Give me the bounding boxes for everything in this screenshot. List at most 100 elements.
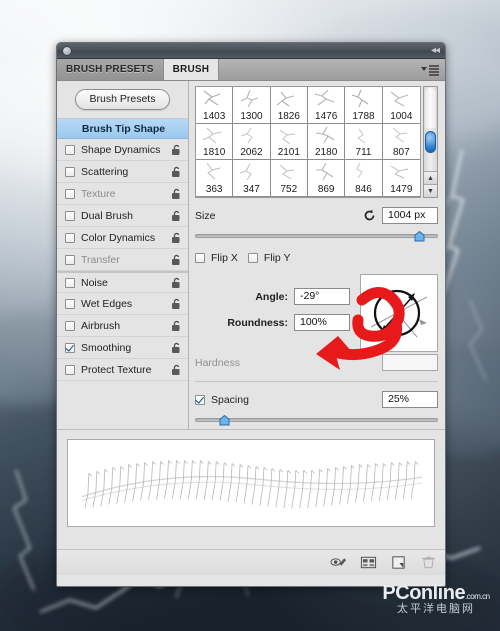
flip-x-checkbox[interactable] <box>195 253 205 263</box>
texture-checkbox[interactable] <box>65 188 75 199</box>
scroll-up-button[interactable]: ▲ <box>424 171 437 184</box>
sidebar-item-airbrush-label: Airbrush <box>81 319 121 332</box>
delete-brush-icon[interactable] <box>420 555 437 570</box>
brush-grid-wrap: 1403 1300 1826 1476 1788 1004 1810 2062 … <box>195 86 438 198</box>
brush-number: 1403 <box>203 110 226 122</box>
size-slider-knob[interactable] <box>414 231 425 242</box>
watermark-brand: PConline <box>382 582 466 604</box>
flip-y-checkbox-row[interactable]: Flip Y <box>247 252 291 264</box>
lock-open-icon[interactable] <box>171 342 182 354</box>
sidebar-item-protect-texture[interactable]: Protect Texture <box>57 359 188 381</box>
lock-open-icon[interactable] <box>171 144 182 156</box>
panel-menu-icon[interactable] <box>420 64 440 76</box>
color-dynamics-checkbox[interactable] <box>65 232 75 243</box>
hardness-row: Hardness <box>195 354 438 371</box>
brush-thumbnail[interactable]: 711 <box>345 123 383 161</box>
sidebar-item-brush-tip-shape[interactable]: Brush Tip Shape <box>57 119 188 139</box>
sidebar-item-transfer[interactable]: Transfer <box>57 249 188 271</box>
sidebar-item-texture[interactable]: Texture <box>57 183 188 205</box>
lock-open-icon[interactable] <box>171 254 182 266</box>
sidebar-item-dual-brush[interactable]: Dual Brush <box>57 205 188 227</box>
brush-number: 711 <box>355 147 372 159</box>
brush-thumbnail[interactable]: 1300 <box>233 87 271 124</box>
spacing-slider[interactable] <box>195 414 438 426</box>
sidebar-item-wet-edges[interactable]: Wet Edges <box>57 293 188 315</box>
size-slider-track[interactable] <box>195 234 438 238</box>
flip-x-checkbox-row[interactable]: Flip X <box>195 252 238 264</box>
brush-thumbnail[interactable]: 1476 <box>307 87 346 124</box>
toggle-brush-preview-icon[interactable] <box>330 555 347 570</box>
refresh-icon[interactable] <box>363 209 376 222</box>
new-brush-icon[interactable] <box>390 555 407 570</box>
lock-open-icon[interactable] <box>171 364 182 376</box>
lock-open-icon[interactable] <box>171 166 182 178</box>
airbrush-checkbox[interactable] <box>65 320 75 331</box>
tab-brush-presets[interactable]: BRUSH PRESETS <box>57 59 164 80</box>
brush-thumbnail[interactable]: 1479 <box>382 160 420 197</box>
lock-open-icon[interactable] <box>171 298 182 310</box>
lock-open-icon[interactable] <box>171 188 182 200</box>
brush-grid-scrollbar[interactable]: ▲ ▼ <box>423 86 438 198</box>
dual-brush-checkbox[interactable] <box>65 210 75 221</box>
angle-input[interactable]: -29° <box>294 288 350 305</box>
angle-preview-widget[interactable] <box>360 274 438 352</box>
brush-thumbnail[interactable]: 363 <box>196 160 234 197</box>
lock-open-icon[interactable] <box>171 320 182 332</box>
close-button[interactable] <box>62 46 72 56</box>
smoothing-checkbox[interactable] <box>65 342 75 353</box>
hardness-input <box>382 354 438 371</box>
lock-open-icon[interactable] <box>171 210 182 222</box>
preset-picker-icon[interactable] <box>360 555 377 570</box>
brush-thumbnail-grid[interactable]: 1403 1300 1826 1476 1788 1004 1810 2062 … <box>195 86 421 198</box>
scrollbar-track[interactable] <box>425 88 436 128</box>
lock-open-icon[interactable] <box>171 277 182 289</box>
sidebar-item-wet-edges-label: Wet Edges <box>81 297 133 310</box>
tab-brush[interactable]: BRUSH <box>163 59 220 80</box>
brush-number: 1788 <box>352 110 375 122</box>
protect-texture-checkbox[interactable] <box>65 364 75 375</box>
brush-thumbnail[interactable]: 1403 <box>196 87 234 124</box>
brush-number: 807 <box>392 147 410 159</box>
spacing-label: Spacing <box>211 393 249 406</box>
brush-thumbnail[interactable]: 347 <box>233 160 271 197</box>
brush-thumbnail[interactable]: 846 <box>345 160 383 197</box>
brush-number: 347 <box>243 184 260 195</box>
sidebar-item-transfer-label: Transfer <box>81 253 120 266</box>
brush-thumbnail[interactable]: 1826 <box>270 87 308 124</box>
spacing-input[interactable]: 25% <box>382 391 438 408</box>
double-chevron-left-icon[interactable]: ◂◂ <box>431 45 440 56</box>
sidebar-item-shape-dynamics[interactable]: Shape Dynamics <box>57 139 188 161</box>
wet-edges-checkbox[interactable] <box>65 298 75 309</box>
brush-presets-button[interactable]: Brush Presets <box>74 89 171 110</box>
lock-open-icon[interactable] <box>171 232 182 244</box>
spacing-slider-knob[interactable] <box>219 415 230 426</box>
size-slider[interactable] <box>195 230 438 242</box>
flip-y-checkbox[interactable] <box>247 253 258 263</box>
scroll-down-button[interactable]: ▼ <box>424 184 437 197</box>
sidebar-item-color-dynamics[interactable]: Color Dynamics <box>57 227 188 249</box>
shape-dynamics-checkbox[interactable] <box>65 144 75 155</box>
noise-checkbox[interactable] <box>65 277 75 288</box>
sidebar-item-noise[interactable]: Noise <box>57 271 188 293</box>
sidebar-item-scattering[interactable]: Scattering <box>57 161 188 183</box>
scrollbar-thumb[interactable] <box>425 131 436 153</box>
brush-thumbnail[interactable]: 2062 <box>233 123 271 161</box>
spacing-slider-track[interactable] <box>195 418 438 422</box>
brush-thumbnail[interactable]: 1788 <box>345 87 383 124</box>
brush-thumbnail[interactable]: 752 <box>270 160 308 197</box>
brush-thumbnail[interactable]: 807 <box>382 123 420 161</box>
angle-fields: Angle: -29° Roundness: 100% <box>195 274 350 352</box>
spacing-checkbox[interactable] <box>195 394 205 405</box>
brush-number: 1826 <box>277 110 300 122</box>
brush-thumbnail[interactable]: 1810 <box>196 123 234 161</box>
brush-thumbnail[interactable]: 869 <box>307 160 346 197</box>
scattering-checkbox[interactable] <box>65 166 75 177</box>
size-input[interactable]: 1004 px <box>382 207 438 224</box>
roundness-input[interactable]: 100% <box>294 314 350 331</box>
brush-thumbnail[interactable]: 1004 <box>382 87 420 124</box>
brush-thumbnail[interactable]: 2101 <box>270 123 308 161</box>
brush-thumbnail[interactable]: 2180 <box>307 123 346 161</box>
transfer-checkbox[interactable] <box>65 254 75 265</box>
sidebar-item-airbrush[interactable]: Airbrush <box>57 315 188 337</box>
sidebar-item-smoothing[interactable]: Smoothing <box>57 337 188 359</box>
